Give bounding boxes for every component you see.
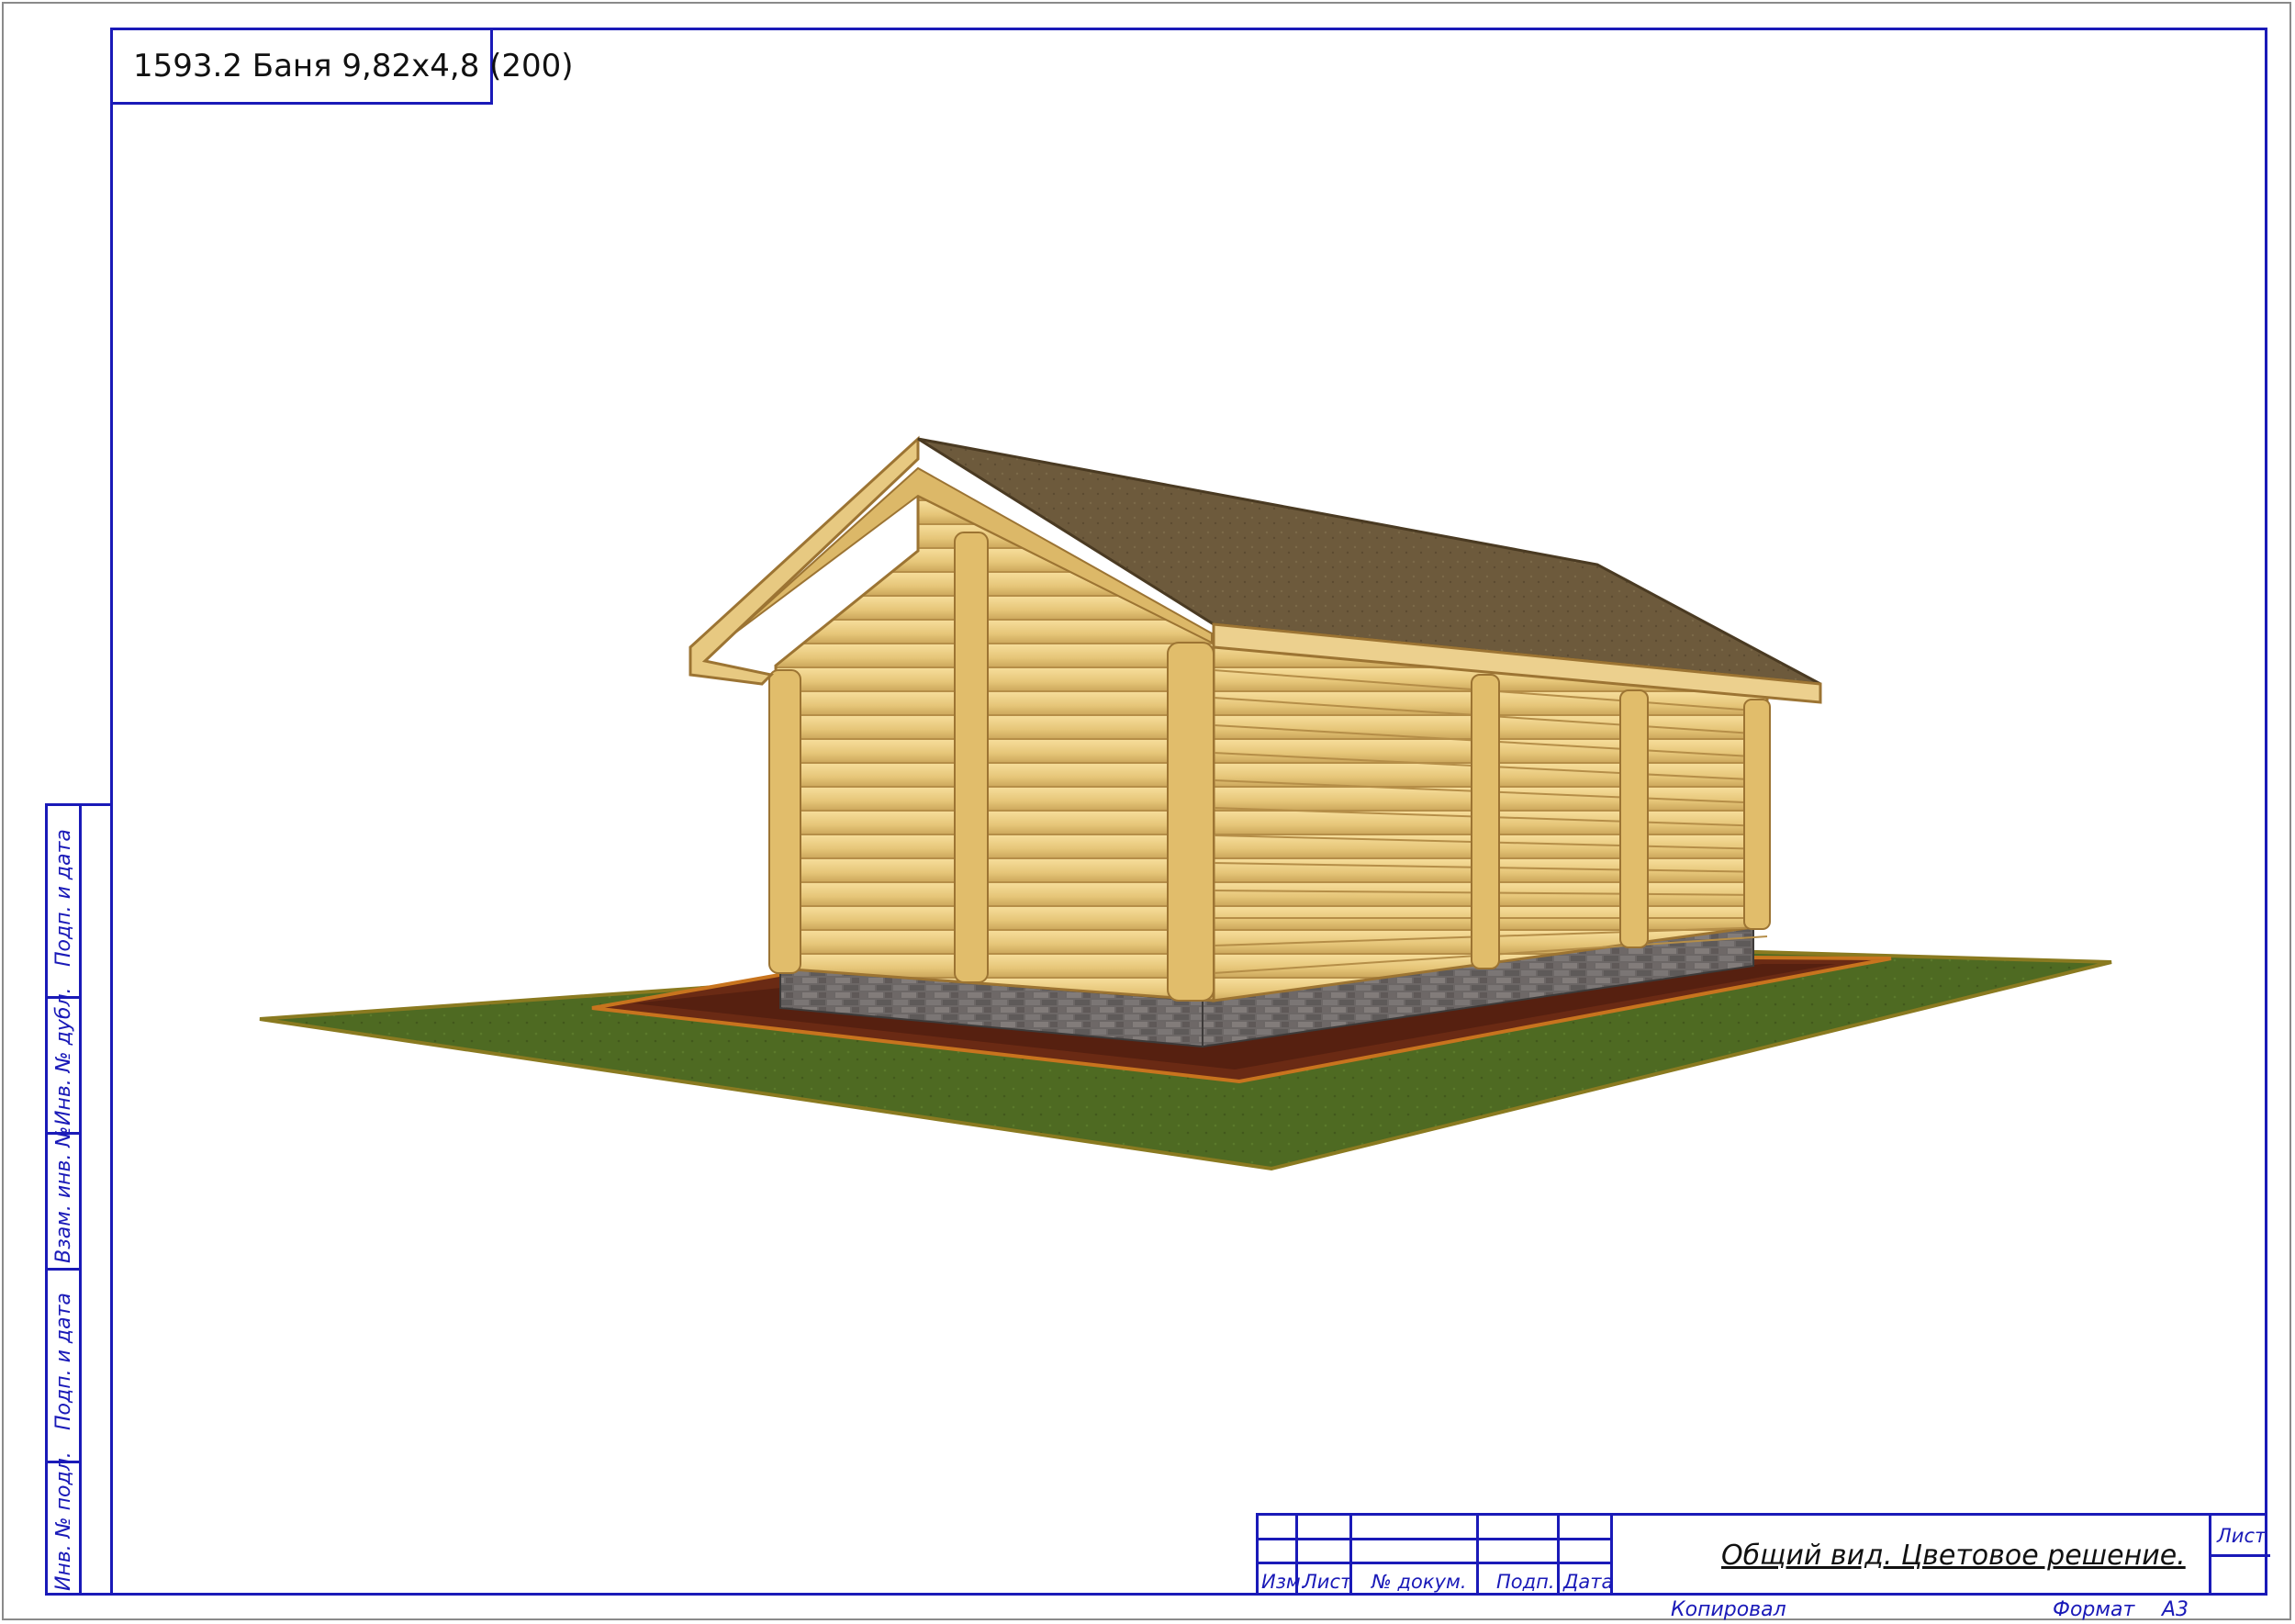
- footer-copied: Копировал: [1671, 1598, 1786, 1621]
- side-stamp-strip: Подп. и дата Инв. № дубл. Взам. инв. № П…: [45, 803, 113, 1596]
- stamp-podp: Подп.: [1496, 1571, 1555, 1593]
- footer-format-value: А3: [2162, 1598, 2189, 1621]
- footer-format-label: Формат: [2053, 1598, 2135, 1621]
- stamp-sheet-label: Лист: [2217, 1525, 2267, 1547]
- partition-logs-2: [1619, 689, 1649, 948]
- corner-logs-front: [1167, 642, 1215, 1002]
- side-label-podp-data-bottom: Подп. и дата: [52, 1293, 75, 1430]
- side-strip-divider: [79, 806, 82, 1593]
- sheet-title: Общий вид. Цветовое решение.: [1721, 1540, 2186, 1572]
- corner-logs-mid: [954, 532, 989, 983]
- side-label-inv-podl: Инв. № подл.: [52, 1451, 75, 1591]
- side-label-inv-dubl: Инв. № дубл.: [52, 987, 75, 1126]
- corner-logs-left: [768, 669, 801, 974]
- bathhouse-3d-view: [259, 435, 2112, 1171]
- side-label-podp-data-top: Подп. и дата: [52, 829, 75, 967]
- side-label-vzam-inv: Взам. инв. №: [52, 1126, 75, 1263]
- stamp-izm: Изм.: [1261, 1571, 1307, 1593]
- corner-logs-right: [1743, 699, 1771, 930]
- title-block: Изм. Лист № докум. Подп. Дата Общий вид.…: [1256, 1513, 2270, 1596]
- stamp-doc-no: № докум.: [1371, 1571, 1467, 1593]
- stamp-data: Дата: [1563, 1571, 1614, 1593]
- stamp-list: Лист: [1303, 1571, 1352, 1593]
- partition-logs-1: [1471, 674, 1500, 969]
